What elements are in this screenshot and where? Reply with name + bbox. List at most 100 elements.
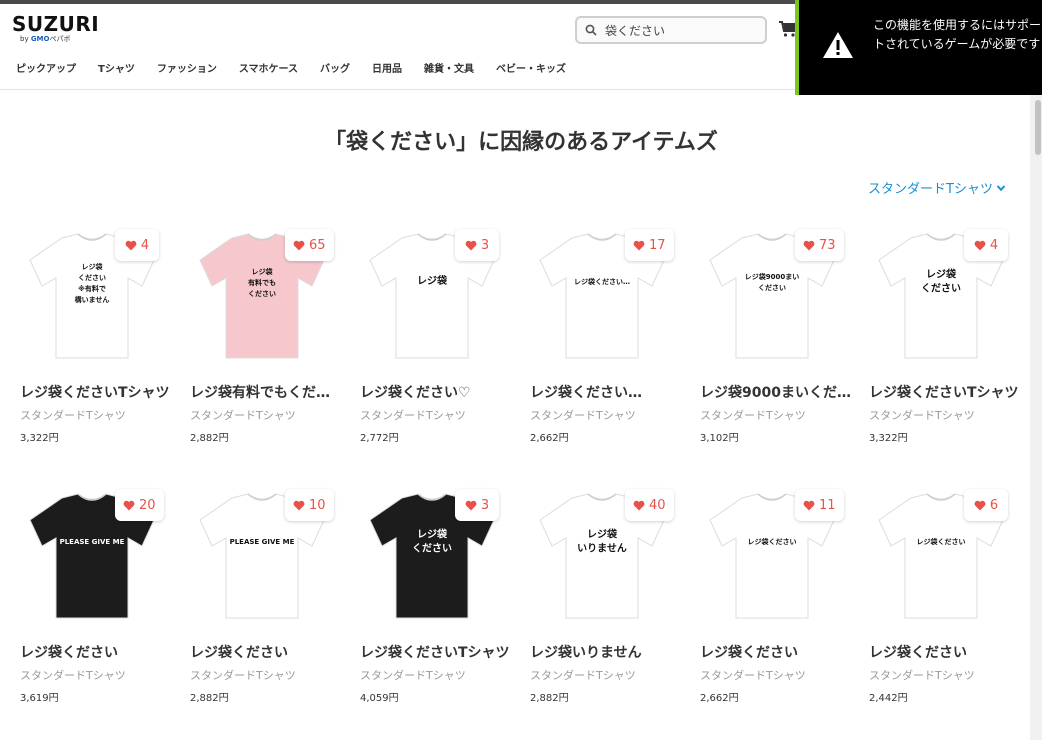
product-price: 2,882円: [190, 433, 229, 444]
design-text: 有料でも: [248, 278, 276, 287]
product-title[interactable]: レジ袋いりません: [530, 642, 682, 662]
like-count: 4: [140, 237, 150, 253]
search-box[interactable]: [575, 16, 767, 44]
design-text: レジ袋: [587, 528, 618, 541]
like-count: 11: [819, 497, 836, 513]
product-title[interactable]: レジ袋ください: [20, 642, 172, 662]
product-title[interactable]: レジ袋ください: [190, 642, 342, 662]
product-price: 2,882円: [190, 693, 229, 704]
heart-icon: [465, 240, 477, 250]
product-card[interactable]: PLEASE GIVE ME 10 レジ袋ください スタンダードTシャツ 2,8…: [188, 488, 344, 718]
product-card[interactable]: レジ袋 3 レジ袋ください♡ スタンダードTシャツ 2,772円: [358, 228, 514, 458]
product-card[interactable]: レジ袋 いりません 40 レジ袋いりません スタンダードTシャツ 2,882円: [528, 488, 684, 718]
like-button[interactable]: 6: [964, 489, 1008, 521]
product-category: スタンダードTシャツ: [360, 669, 466, 682]
scrollbar-track[interactable]: [1030, 95, 1042, 740]
shirt-design: レジ袋ください: [748, 537, 797, 546]
product-category: スタンダードTシャツ: [700, 669, 806, 682]
design-text: いりません: [577, 543, 627, 555]
product-card[interactable]: レジ袋 ください 3 レジ袋くださいTシャツ スタンダードTシャツ 4,059円: [358, 488, 514, 718]
nav-bag[interactable]: バッグ: [320, 60, 350, 76]
like-count: 73: [819, 237, 836, 253]
heart-icon: [974, 240, 986, 250]
design-text: レジ袋: [417, 274, 448, 287]
product-price: 2,662円: [700, 693, 739, 704]
design-text: ください: [248, 289, 276, 298]
product-category: スタンダードTシャツ: [869, 669, 975, 682]
product-price: 3,102円: [700, 433, 739, 444]
nav-daily-goods[interactable]: 日用品: [372, 60, 402, 76]
nav-fashion[interactable]: ファッション: [157, 60, 217, 76]
product-title[interactable]: レジ袋ください…: [530, 382, 682, 402]
shirt-design: PLEASE GIVE ME: [230, 538, 295, 546]
product-card[interactable]: レジ袋9000まい ください 73 レジ袋9000まいください スタンダードTシャ…: [698, 228, 854, 458]
design-text: レジ袋: [82, 262, 104, 271]
product-price: 2,882円: [530, 693, 569, 704]
product-type-filter[interactable]: スタンダードTシャツ: [868, 178, 1006, 197]
design-text: ください: [921, 283, 961, 295]
design-text: レジ袋9000まい: [745, 272, 799, 281]
heart-icon: [123, 500, 135, 510]
nav-pickup[interactable]: ピックアップ: [16, 60, 76, 76]
suzuri-logo[interactable]: SUZURI by GMOペパボ: [12, 14, 102, 48]
product-title[interactable]: レジ袋9000まいください: [700, 382, 852, 402]
like-button[interactable]: 40: [625, 489, 674, 521]
product-card[interactable]: レジ袋 ください ※有料で 構いません 4 レジ袋くださいTシャツ スタンダードTシャ…: [18, 228, 174, 458]
like-button[interactable]: 3: [455, 229, 499, 261]
notification-toast: この機能を使用するにはサポートされているゲームが必要です: [795, 0, 1042, 95]
like-count: 3: [480, 497, 490, 513]
like-count: 40: [649, 497, 666, 513]
product-card[interactable]: レジ袋ください… 17 レジ袋ください… スタンダードTシャツ 2,662円: [528, 228, 684, 458]
logo-gmo: GMO: [30, 35, 50, 43]
product-card[interactable]: PLEASE GIVE ME 20 レジ袋ください スタンダードTシャツ 3,6…: [18, 488, 174, 718]
like-count: 20: [139, 497, 156, 513]
product-title[interactable]: レジ袋くださいTシャツ: [20, 382, 172, 402]
design-text: PLEASE GIVE ME: [60, 538, 125, 546]
product-price: 3,322円: [20, 433, 59, 444]
product-price: 2,662円: [530, 433, 569, 444]
like-button[interactable]: 73: [795, 229, 844, 261]
like-button[interactable]: 17: [625, 229, 674, 261]
product-title[interactable]: レジ袋ください: [869, 642, 1021, 662]
heart-icon: [465, 500, 477, 510]
like-button[interactable]: 11: [795, 489, 844, 521]
heart-icon: [803, 240, 815, 250]
product-category: スタンダードTシャツ: [869, 409, 975, 422]
product-category: スタンダードTシャツ: [700, 409, 806, 422]
shirt-design: レジ袋有料でもください: [248, 267, 276, 298]
product-card[interactable]: レジ袋 ください 4 レジ袋くださいTシャツ スタンダードTシャツ 3,322円: [867, 228, 1023, 458]
like-button[interactable]: 3: [455, 489, 499, 521]
product-category: スタンダードTシャツ: [530, 669, 636, 682]
design-text: ください: [412, 543, 452, 555]
like-button[interactable]: 4: [964, 229, 1008, 261]
heart-icon: [803, 500, 815, 510]
product-category: スタンダードTシャツ: [20, 409, 126, 422]
product-title[interactable]: レジ袋ください♡: [360, 382, 512, 402]
product-title[interactable]: レジ袋くださいTシャツ: [360, 642, 512, 662]
product-card[interactable]: レジ袋ください 6 レジ袋ください スタンダードTシャツ 2,442円: [867, 488, 1023, 718]
design-text: レジ袋ください…: [574, 277, 630, 286]
like-button[interactable]: 10: [285, 489, 334, 521]
logo-wordmark: SUZURI: [12, 12, 100, 36]
nav-tshirt[interactable]: Tシャツ: [98, 60, 135, 76]
product-title[interactable]: レジ袋くださいTシャツ: [869, 382, 1021, 402]
search-input[interactable]: [605, 23, 755, 37]
like-button[interactable]: 4: [115, 229, 159, 261]
product-card[interactable]: レジ袋ください 11 レジ袋ください スタンダードTシャツ 2,662円: [698, 488, 854, 718]
nav-goods-stationery[interactable]: 雑貨・文具: [424, 60, 474, 76]
product-card[interactable]: レジ袋 有料でも ください 65 レジ袋有料でもください スタンダードTシャツ 2,…: [188, 228, 344, 458]
toast-message: この機能を使用するにはサポートされているゲームが必要です: [873, 18, 1042, 51]
heart-icon: [125, 240, 137, 250]
heart-icon: [633, 500, 645, 510]
like-button[interactable]: 65: [285, 229, 334, 261]
product-category: スタンダードTシャツ: [530, 409, 636, 422]
design-text: 構いません: [75, 295, 110, 304]
product-title[interactable]: レジ袋有料でもください: [190, 382, 342, 402]
heart-icon: [974, 500, 986, 510]
nav-baby-kids[interactable]: ベビー・キッズ: [496, 60, 566, 76]
product-title[interactable]: レジ袋ください: [700, 642, 852, 662]
nav-phone-case[interactable]: スマホケース: [239, 60, 298, 76]
design-text: レジ袋: [926, 268, 957, 281]
like-button[interactable]: 20: [115, 489, 164, 521]
shirt-design: レジ袋: [417, 274, 448, 287]
